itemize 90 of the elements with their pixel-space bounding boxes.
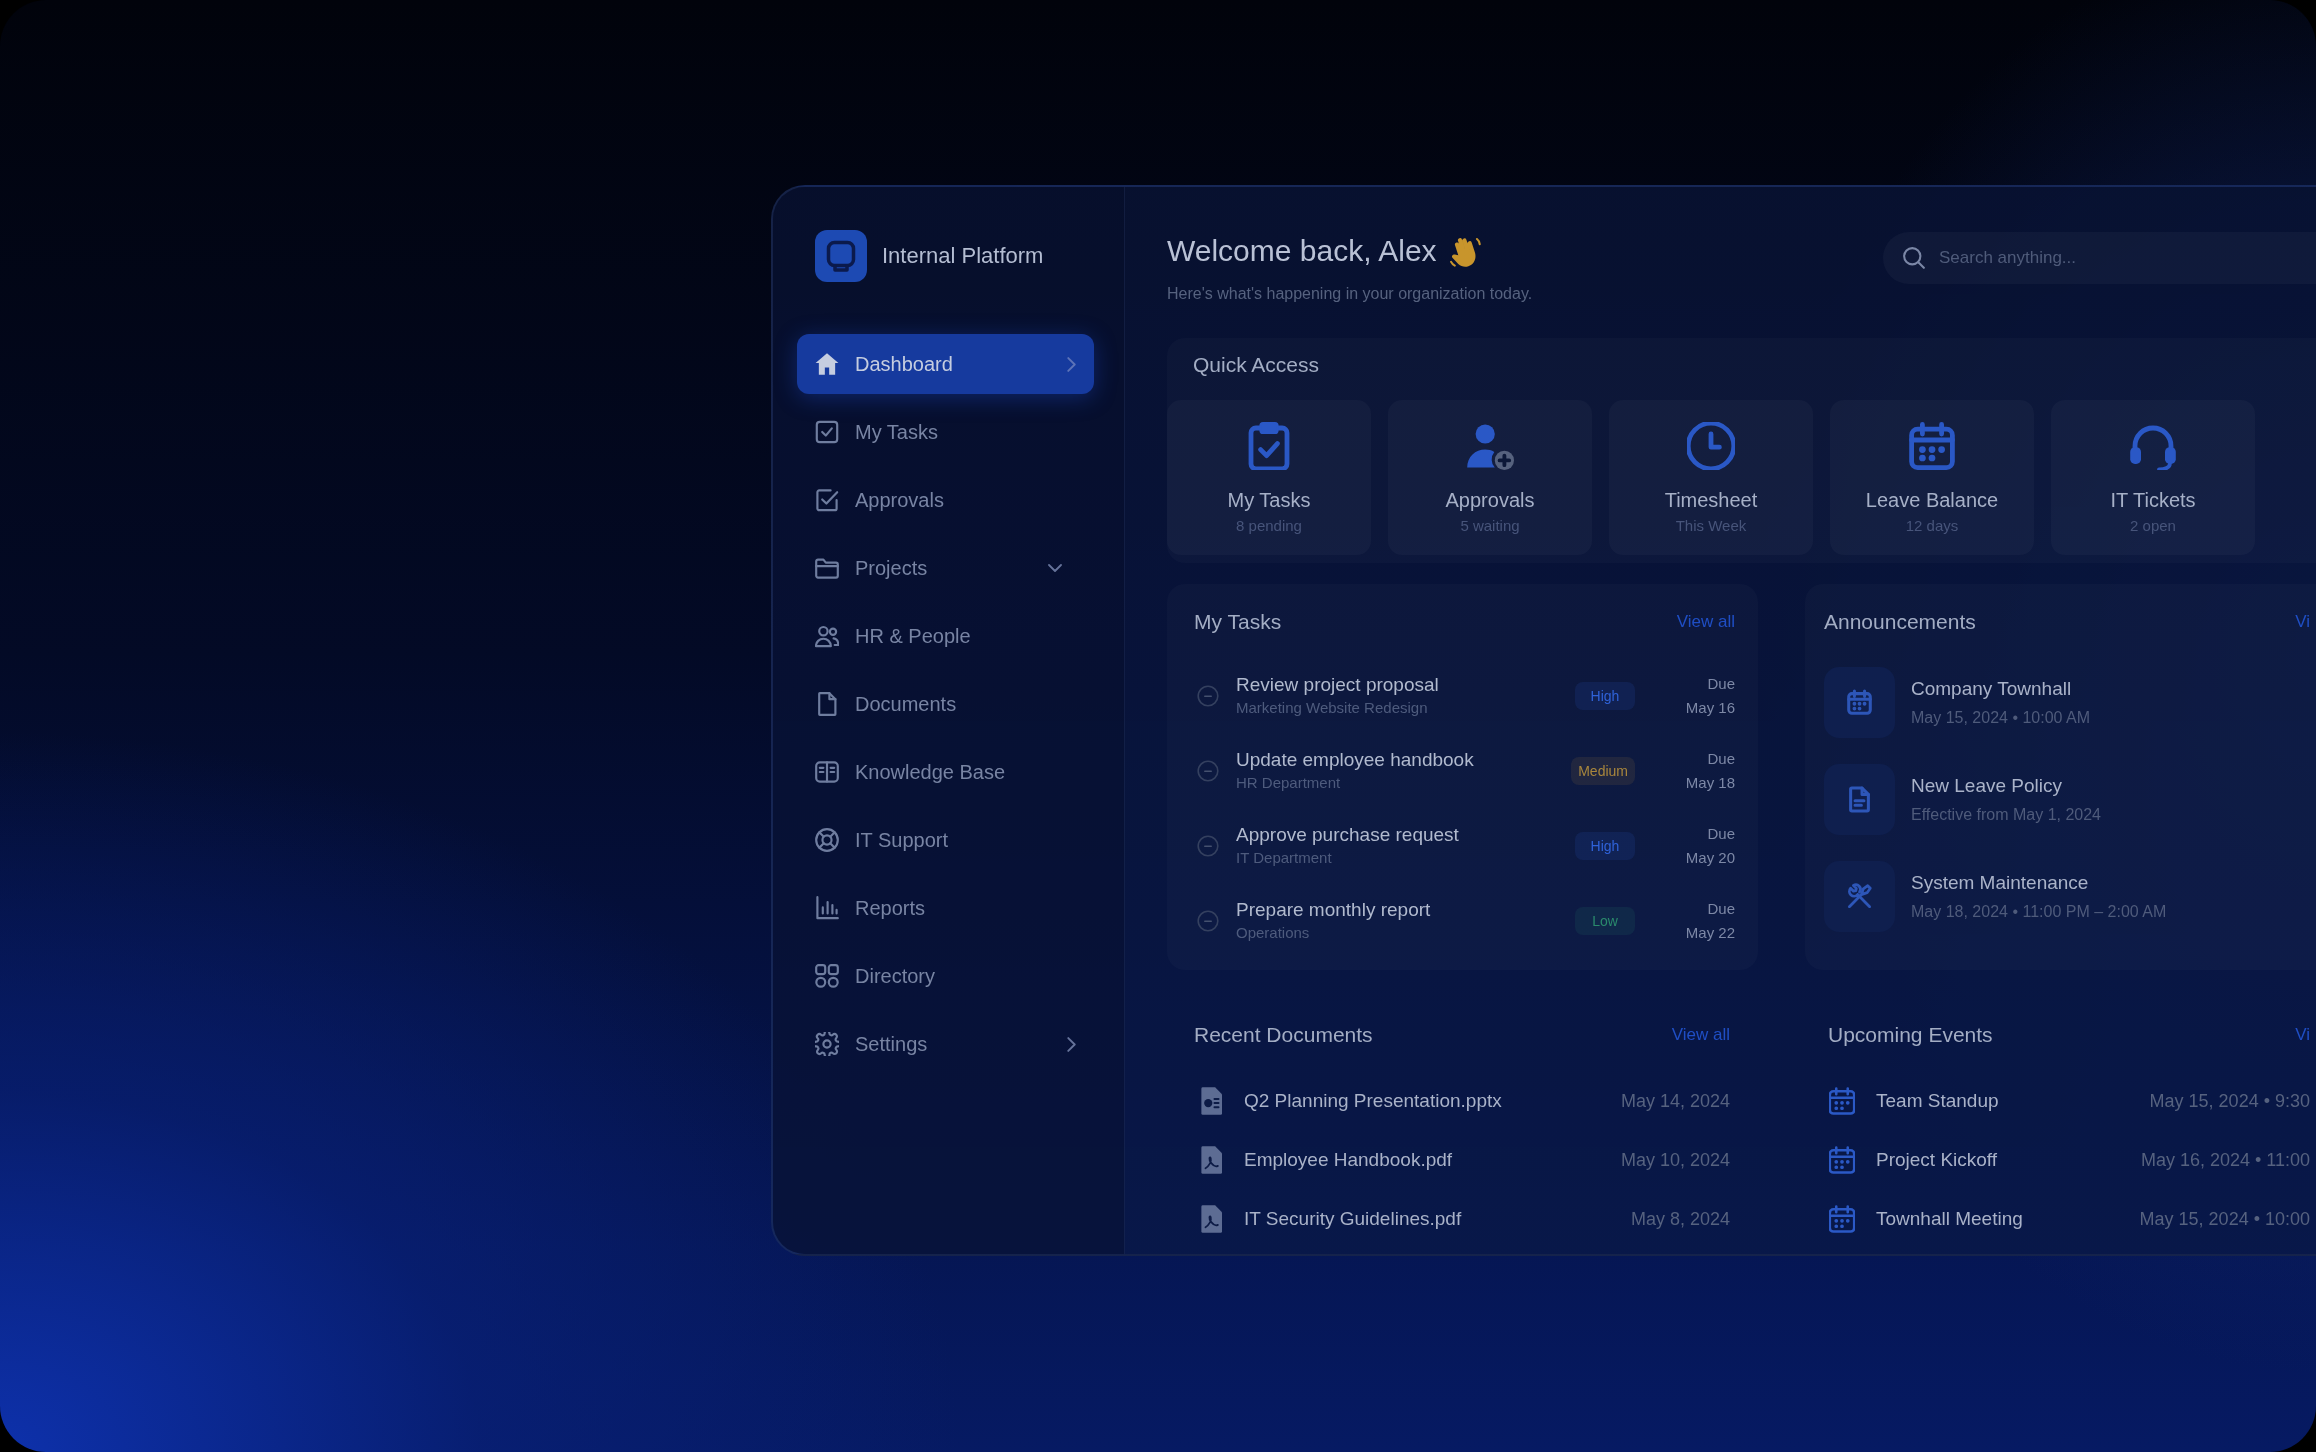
quick-access-tile[interactable]: Timesheet This Week bbox=[1609, 400, 1813, 555]
document-name[interactable]: Q2 Planning Presentation.pptx bbox=[1244, 1090, 1502, 1112]
nav-item[interactable]: Documents bbox=[797, 674, 1094, 734]
book-icon bbox=[815, 760, 839, 784]
section-title: Quick Access bbox=[1193, 352, 1320, 378]
announcement-title: System Maintenance bbox=[1911, 870, 2090, 895]
calendar-icon bbox=[1908, 422, 1956, 470]
task-checkbox[interactable] bbox=[1197, 685, 1219, 707]
announcement-detail: May 15, 2024 • 10:00 AM bbox=[1911, 707, 2091, 728]
page-subtitle: Here's what's happening in your organization today. bbox=[1167, 284, 1533, 304]
calendar-icon bbox=[1824, 667, 1895, 738]
nav-item[interactable]: Reports bbox=[797, 878, 1094, 938]
chevron-right-icon bbox=[1067, 1036, 1076, 1052]
announcement-title: New Leave Policy bbox=[1911, 773, 2064, 798]
people-icon bbox=[815, 624, 839, 648]
chevron-down-icon bbox=[1048, 564, 1062, 572]
waving-hand-icon bbox=[1448, 235, 1481, 267]
priority-tag: High bbox=[1575, 682, 1635, 710]
announcement-title: Company Townhall bbox=[1911, 676, 2073, 701]
section-title: Recent Documents bbox=[1194, 1022, 1373, 1048]
nav-item[interactable]: HR & People bbox=[797, 606, 1094, 666]
priority-tag: Medium bbox=[1571, 757, 1635, 785]
due-date: Due May 20 bbox=[1684, 824, 1735, 868]
shapes-grid-icon bbox=[815, 964, 839, 988]
event-name: Project Kickoff bbox=[1876, 1149, 1998, 1171]
bar-chart-icon bbox=[815, 896, 839, 920]
search-icon bbox=[1903, 247, 1925, 269]
section-title: Upcoming Events bbox=[1828, 1022, 1993, 1048]
nav-item[interactable]: Projects bbox=[797, 538, 1094, 598]
chevron-right-icon bbox=[1067, 356, 1076, 372]
quick-access-tile[interactable]: Leave Balance 12 days bbox=[1830, 400, 2034, 555]
task-project: Operations bbox=[1236, 923, 1311, 943]
check-square-icon bbox=[815, 488, 839, 512]
task-title: Prepare monthly report bbox=[1236, 899, 1432, 921]
pdf-file-icon bbox=[1200, 1205, 1222, 1233]
document-date: May 10, 2024 bbox=[1620, 1149, 1730, 1171]
task-title: Update employee handbook bbox=[1236, 749, 1475, 771]
priority-tag: High bbox=[1575, 832, 1635, 860]
nav-item[interactable]: My Tasks bbox=[797, 402, 1094, 462]
calendar-icon bbox=[1829, 1146, 1855, 1174]
due-date: Due May 22 bbox=[1684, 899, 1735, 943]
document-icon bbox=[1824, 764, 1895, 835]
nav-item[interactable]: Approvals bbox=[797, 470, 1094, 530]
nav-item[interactable]: Knowledge Base bbox=[797, 742, 1094, 802]
event-name: Team Standup bbox=[1876, 1090, 1999, 1112]
calendar-icon bbox=[1829, 1205, 1855, 1233]
clock-icon bbox=[1687, 422, 1735, 470]
nav-item[interactable]: Directory bbox=[797, 946, 1094, 1006]
page-title: Welcome back, Alex bbox=[1167, 233, 1437, 269]
document-date: May 8, 2024 bbox=[1630, 1208, 1730, 1230]
task-checkbox[interactable] bbox=[1197, 760, 1219, 782]
tools-icon bbox=[1824, 861, 1895, 932]
task-title: Review project proposal bbox=[1236, 674, 1440, 696]
task-checkbox[interactable] bbox=[1197, 835, 1219, 857]
document-name[interactable]: Employee Handbook.pdf bbox=[1244, 1149, 1453, 1171]
presentation-file-icon bbox=[1200, 1087, 1222, 1115]
announcement-detail: Effective from May 1, 2024 bbox=[1911, 804, 2101, 825]
person-plus-icon bbox=[1466, 422, 1514, 470]
calendar-icon bbox=[1829, 1087, 1855, 1115]
announcement-detail: May 18, 2024 • 11:00 PM – 2:00 AM bbox=[1911, 901, 2167, 922]
section-title: My Tasks bbox=[1194, 609, 1282, 635]
document-date: May 14, 2024 bbox=[1620, 1090, 1730, 1112]
event-name: Townhall Meeting bbox=[1876, 1208, 2023, 1230]
brand-name: Internal Platform bbox=[882, 243, 1044, 269]
quick-access-tile[interactable]: Approvals 5 waiting bbox=[1388, 400, 1592, 555]
task-checkbox[interactable] bbox=[1197, 910, 1219, 932]
pdf-file-icon bbox=[1200, 1146, 1222, 1174]
quick-access-tile[interactable]: My Tasks 8 pending bbox=[1167, 400, 1371, 555]
event-time: May 15, 2024 • 9:30 bbox=[2149, 1090, 2310, 1112]
task-project: IT Department bbox=[1236, 848, 1333, 868]
priority-tag: Low bbox=[1575, 907, 1635, 935]
task-project: HR Department bbox=[1236, 773, 1342, 793]
gear-icon bbox=[815, 1032, 839, 1056]
task-project: Marketing Website Redesign bbox=[1236, 698, 1429, 718]
due-date: Due May 18 bbox=[1684, 749, 1735, 793]
nav-item[interactable]: IT Support bbox=[797, 810, 1094, 870]
section-title: Announcements bbox=[1824, 609, 1976, 635]
file-icon bbox=[815, 692, 839, 716]
lifebuoy-icon bbox=[815, 828, 839, 852]
logo-icon bbox=[815, 230, 867, 282]
event-time: May 16, 2024 • 11:00 bbox=[2140, 1149, 2310, 1171]
checkbox-icon bbox=[815, 420, 839, 444]
due-date: Due May 16 bbox=[1684, 674, 1735, 718]
nav-item[interactable]: Dashboard bbox=[797, 334, 1094, 394]
nav-item[interactable]: Settings bbox=[797, 1014, 1094, 1074]
task-title: Approve purchase request bbox=[1236, 824, 1460, 846]
document-name[interactable]: IT Security Guidelines.pdf bbox=[1244, 1208, 1462, 1230]
event-time: May 15, 2024 • 10:00 bbox=[2139, 1208, 2310, 1230]
home-icon bbox=[815, 352, 839, 376]
folder-icon bbox=[815, 556, 839, 580]
